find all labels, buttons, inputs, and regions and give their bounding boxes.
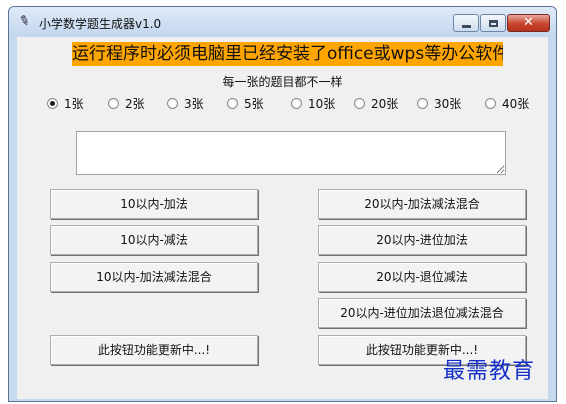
radio-5-sheets[interactable]: 5张 — [227, 95, 264, 112]
close-icon: ✕ — [523, 15, 534, 30]
radio-1-sheet[interactable]: 1张 — [47, 95, 84, 112]
feather-icon: ✎ — [16, 12, 32, 31]
radio-label: 2张 — [125, 97, 145, 111]
carry-add-within-20-button[interactable]: 20以内-进位加法 — [318, 225, 526, 255]
radio-label: 5张 — [244, 97, 264, 111]
radio-2-sheets[interactable]: 2张 — [108, 95, 145, 112]
radio-indicator[interactable] — [227, 98, 238, 109]
carry-borrow-mixed-within-20-button[interactable]: 20以内-进位加法退位减法混合 — [318, 298, 526, 328]
radio-label: 40张 — [502, 97, 530, 111]
minimize-icon — [461, 24, 471, 28]
radio-label: 10张 — [308, 97, 336, 111]
radio-indicator[interactable] — [417, 98, 428, 109]
radio-30-sheets[interactable]: 30张 — [417, 95, 461, 112]
requirement-banner: 运行程序时必须电脑里已经安装了office或wps等办公软件 — [72, 42, 503, 66]
radio-indicator[interactable] — [485, 98, 496, 109]
radio-indicator[interactable] — [167, 98, 178, 109]
title-bar[interactable]: ✎ 小学数学题生成器v1.0 ✕ — [9, 7, 556, 37]
radio-20-sheets[interactable]: 20张 — [354, 95, 398, 112]
radio-indicator[interactable] — [354, 98, 365, 109]
maximize-icon — [488, 19, 498, 27]
radio-indicator[interactable] — [291, 98, 302, 109]
coming-soon-left-button[interactable]: 此按钮功能更新中...! — [50, 335, 258, 365]
borrow-subtract-within-20-button[interactable]: 20以内-退位减法 — [318, 262, 526, 292]
radio-indicator[interactable] — [47, 98, 58, 109]
radio-indicator[interactable] — [108, 98, 119, 109]
radio-3-sheets[interactable]: 3张 — [167, 95, 204, 112]
close-button[interactable]: ✕ — [507, 14, 550, 32]
mixed-within-10-button[interactable]: 10以内-加法减法混合 — [50, 262, 258, 292]
maximize-button[interactable] — [480, 14, 506, 32]
add-within-10-button[interactable]: 10以内-加法 — [50, 189, 258, 219]
mixed-within-20-button[interactable]: 20以内-加法减法混合 — [318, 189, 526, 219]
client-area: 运行程序时必须电脑里已经安装了office或wps等办公软件 每一张的题目都不一… — [17, 37, 548, 399]
radio-40-sheets[interactable]: 40张 — [485, 95, 529, 112]
radio-label: 30张 — [434, 97, 462, 111]
radio-label: 3张 — [184, 97, 204, 111]
app-window: ✎ 小学数学题生成器v1.0 ✕ 运行程序时必须电脑里已经安装了office或w… — [8, 6, 557, 402]
minimize-button[interactable] — [453, 14, 479, 32]
watermark-logo: 最需教育 — [443, 359, 536, 384]
radio-10-sheets[interactable]: 10张 — [291, 95, 335, 112]
subtitle-label: 每一张的题目都不一样 — [222, 75, 343, 89]
radio-label: 20张 — [371, 97, 399, 111]
window-title: 小学数学题生成器v1.0 — [39, 17, 162, 31]
output-text-box[interactable] — [76, 131, 506, 175]
subtract-within-10-button[interactable]: 10以内-减法 — [50, 225, 258, 255]
radio-label: 1张 — [64, 97, 84, 111]
